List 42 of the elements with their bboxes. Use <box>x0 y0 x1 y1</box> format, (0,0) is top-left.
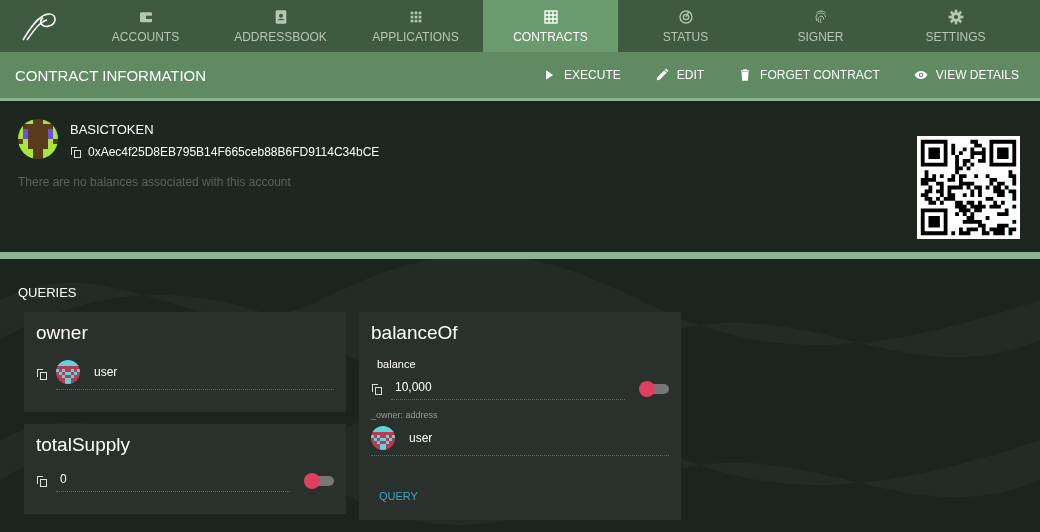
input-value: user <box>409 431 433 445</box>
copy-icon[interactable] <box>371 382 383 396</box>
nav-tab[interactable]: SIGNER <box>753 0 888 52</box>
output-value: user <box>94 365 118 379</box>
contract-name: BASICTOKEN <box>70 122 155 137</box>
query-name: totalSupply <box>36 434 131 456</box>
eye-icon <box>913 68 928 82</box>
gauge-icon <box>677 8 694 25</box>
section-title: QUERIES <box>18 285 78 300</box>
input-label: _owner: address <box>371 410 439 420</box>
query-button[interactable]: QUERY <box>371 484 426 508</box>
copy-icon[interactable] <box>70 145 82 159</box>
toolbar-button[interactable]: FORGET CONTRACT <box>732 64 886 86</box>
identicon-avatar <box>371 426 395 450</box>
toggle-switch[interactable] <box>304 473 334 489</box>
balances-note: There are no balances associated with this account <box>18 175 292 189</box>
settings-icon <box>947 8 964 25</box>
copy-icon[interactable] <box>36 367 48 381</box>
toolbar-button[interactable]: EXECUTE <box>536 64 627 86</box>
nav-tab[interactable]: APPLICATIONS <box>348 0 483 52</box>
contract-address: 0xAec4f25D8EB795B14F665ceb88B6FD9114C34bCE <box>88 145 380 159</box>
logo-icon[interactable] <box>19 10 59 42</box>
toggle-switch[interactable] <box>639 381 669 397</box>
nav-tab[interactable]: ADDRESSBOOK <box>213 0 348 52</box>
page-title: CONTRACT INFORMATION <box>15 66 208 84</box>
toolbar-button[interactable]: VIEW DETAILS <box>907 64 1025 86</box>
nav-tab[interactable]: SETTINGS <box>888 0 1023 52</box>
query-name: owner <box>36 322 89 344</box>
copy-icon[interactable] <box>36 474 48 488</box>
pencil-icon <box>654 68 669 82</box>
nav-tab[interactable]: STATUS <box>618 0 753 52</box>
nav-tab[interactable]: ACCOUNTS <box>78 0 213 52</box>
nav-tab[interactable]: CONTRACTS <box>483 0 618 52</box>
toolbar-button[interactable]: EDIT <box>648 64 711 86</box>
grid-icon <box>542 8 559 25</box>
query-name: balanceOf <box>371 322 459 344</box>
input-field[interactable]: user <box>371 424 669 456</box>
output-value: 0 <box>60 472 67 486</box>
output-value: 10,000 <box>395 380 432 394</box>
identicon-avatar <box>56 360 80 384</box>
identicon-avatar <box>18 119 58 159</box>
output-label: balance <box>377 358 417 370</box>
